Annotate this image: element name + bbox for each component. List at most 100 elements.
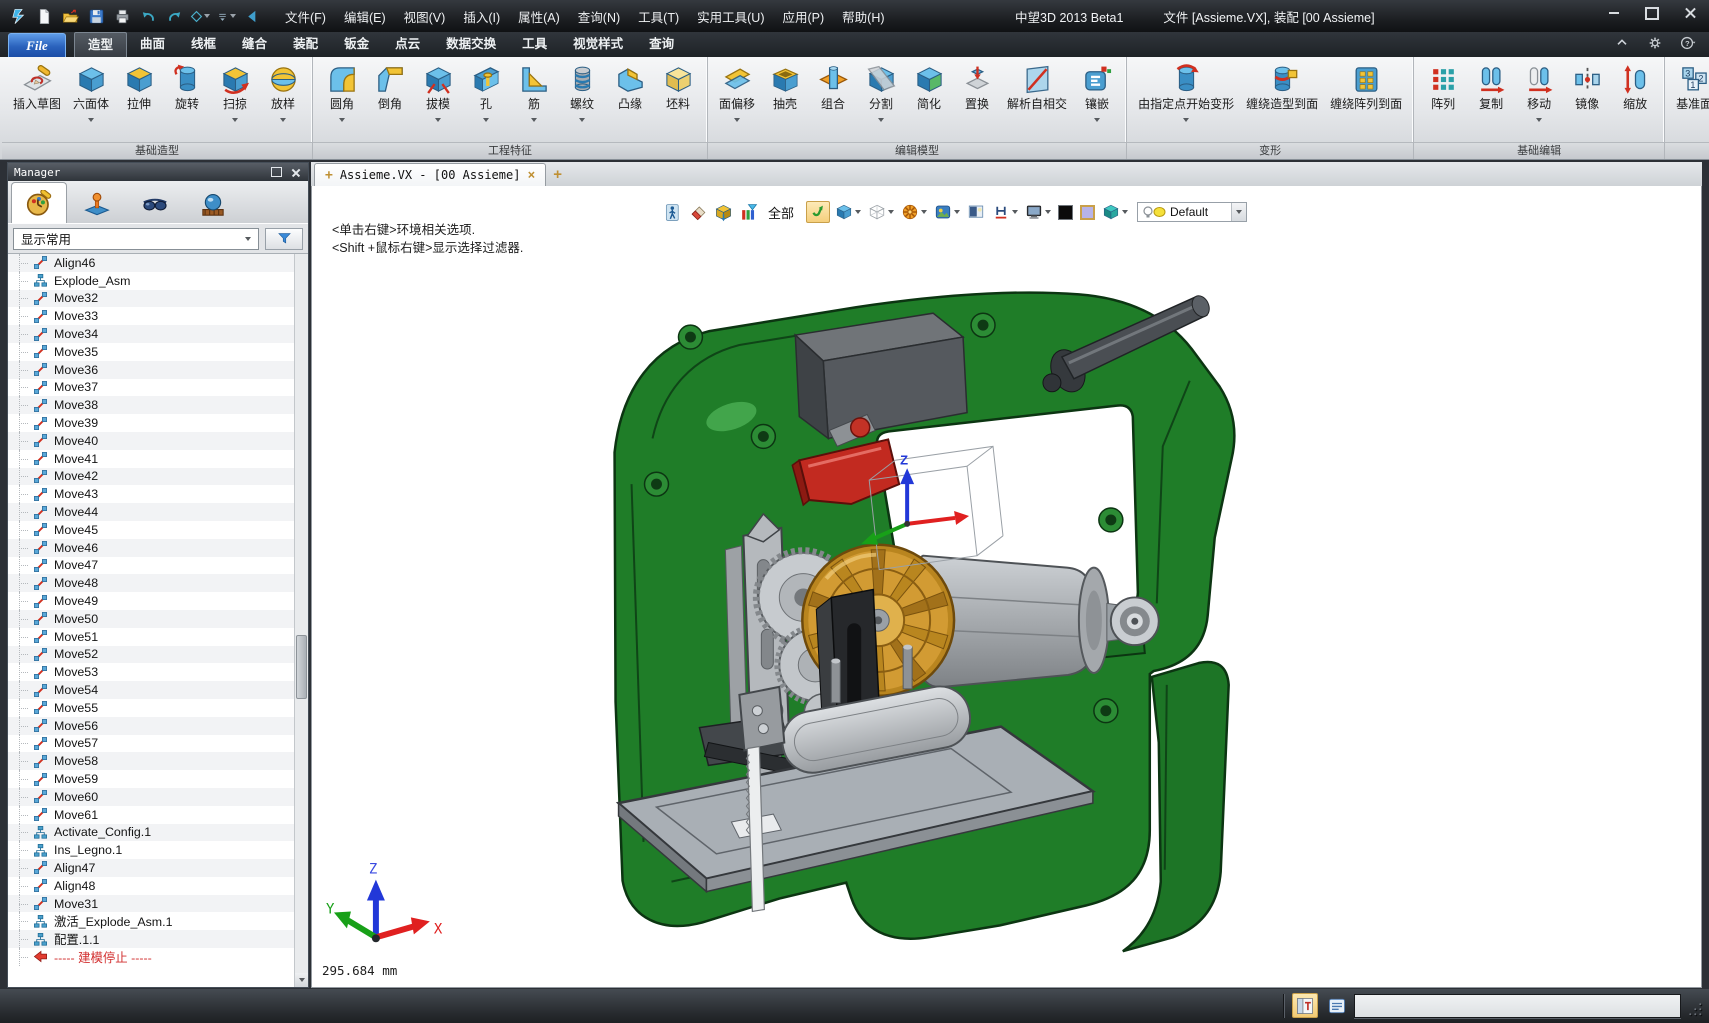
ribbon-button-fillet[interactable]: 圆角 bbox=[318, 62, 366, 126]
tree-item[interactable]: Move43 bbox=[8, 485, 294, 503]
background-lavender-swatch[interactable] bbox=[1080, 204, 1096, 220]
menu-item[interactable]: 文件(F) bbox=[276, 3, 335, 30]
tree-item[interactable]: Move46 bbox=[8, 538, 294, 557]
manager-restore-button[interactable] bbox=[270, 167, 282, 178]
tree-item[interactable]: Move59 bbox=[8, 770, 294, 788]
tree-item[interactable]: ----- 建模停止 ----- bbox=[8, 948, 294, 966]
auto-regen-button[interactable] bbox=[806, 201, 831, 223]
tree-item[interactable]: Move57 bbox=[8, 734, 294, 753]
close-button[interactable] bbox=[1677, 4, 1703, 22]
flyout-caret[interactable] bbox=[232, 114, 239, 126]
manager-close-button[interactable] bbox=[290, 167, 302, 178]
tree-item[interactable]: Ins_Legno.1 bbox=[8, 841, 294, 859]
wireframe-display-button[interactable] bbox=[866, 201, 896, 223]
tree-item[interactable]: Move52 bbox=[8, 645, 294, 664]
maximize-button[interactable] bbox=[1639, 4, 1665, 22]
ribbon-button-sweep[interactable]: 扫掠 bbox=[211, 62, 259, 126]
color-filter-icon[interactable] bbox=[737, 201, 759, 223]
tree-item[interactable]: Move47 bbox=[8, 556, 294, 575]
filter-funnel-button[interactable] bbox=[265, 227, 303, 250]
manager-tab-render-manager[interactable] bbox=[185, 185, 241, 223]
scrollbar-thumb[interactable] bbox=[296, 635, 307, 700]
tree-item[interactable]: Move53 bbox=[8, 663, 294, 681]
ribbon-button-box[interactable]: 六面体 bbox=[67, 62, 115, 126]
tree-item[interactable]: Move36 bbox=[8, 360, 294, 379]
manager-tab-history-manager[interactable] bbox=[11, 182, 67, 223]
ribbon-button-loft[interactable]: 放样 bbox=[259, 62, 307, 126]
tree-item[interactable]: Move44 bbox=[8, 503, 294, 521]
tree-item[interactable]: Move33 bbox=[8, 307, 294, 325]
ribbon-button-thread[interactable]: 螺纹 bbox=[558, 62, 606, 126]
collapse-ribbon-icon[interactable] bbox=[1613, 34, 1631, 52]
tree-item[interactable]: Move56 bbox=[8, 716, 294, 735]
switch-knob[interactable] bbox=[849, 417, 871, 438]
tree-item[interactable]: Move31 bbox=[8, 894, 294, 913]
ribbon-button-hole[interactable]: 孔 bbox=[462, 62, 510, 126]
tree-item[interactable]: Move45 bbox=[8, 520, 294, 539]
tree-item[interactable]: Move54 bbox=[8, 681, 294, 699]
shade-cube-button[interactable] bbox=[1100, 201, 1130, 223]
qat-redo[interactable] bbox=[164, 6, 184, 26]
tree-item[interactable]: Move55 bbox=[8, 698, 294, 717]
ribbon-tab-11[interactable]: 查询 bbox=[636, 32, 687, 57]
flyout-caret[interactable] bbox=[88, 114, 95, 126]
qat-new-file[interactable] bbox=[34, 6, 54, 26]
document-tab[interactable]: + Assieme.VX - [00 Assieme] × bbox=[314, 163, 547, 186]
quick-view-button[interactable] bbox=[899, 201, 929, 223]
tree-item[interactable]: Align48 bbox=[8, 876, 294, 895]
ribbon-tab-9[interactable]: 工具 bbox=[509, 32, 560, 57]
ribbon-button-untwist[interactable]: 解析自相交 bbox=[1001, 62, 1073, 126]
ribbon-button-combine[interactable]: 组合 bbox=[809, 62, 857, 126]
menu-item[interactable]: 实用工具(U) bbox=[688, 3, 773, 30]
ribbon-button-copy[interactable]: 复制 bbox=[1467, 62, 1515, 126]
tree-scrollbar[interactable] bbox=[294, 254, 308, 987]
eraser-icon[interactable] bbox=[687, 201, 709, 223]
ribbon-button-draft[interactable]: 拔模 bbox=[414, 62, 462, 126]
show-manager-panel-button[interactable] bbox=[1292, 993, 1318, 1018]
tree-item[interactable]: Align47 bbox=[8, 859, 294, 877]
tree-item[interactable]: 激活_Explode_Asm.1 bbox=[8, 912, 294, 931]
ribbon-button-datum-plane[interactable]: 3 1 2 基准面 bbox=[1670, 62, 1709, 126]
tree-item[interactable]: Move32 bbox=[8, 289, 294, 308]
walkthrough-icon[interactable] bbox=[662, 201, 684, 223]
tree-item[interactable]: Move42 bbox=[8, 467, 294, 486]
bearing[interactable] bbox=[1109, 596, 1160, 647]
ribbon-tab-7[interactable]: 点云 bbox=[382, 32, 433, 57]
tree-filter-dropdown[interactable]: 显示常用 bbox=[13, 227, 259, 250]
tree-item[interactable]: Move41 bbox=[8, 449, 294, 468]
file-menu-button[interactable]: File bbox=[8, 33, 66, 57]
ribbon-button-extrude[interactable]: 拉伸 bbox=[115, 62, 163, 126]
manager-tab-visibility-manager[interactable] bbox=[127, 185, 183, 223]
tree-item[interactable]: Move51 bbox=[8, 627, 294, 646]
viewport-layout-button[interactable] bbox=[965, 201, 987, 223]
qat-open-file[interactable] bbox=[60, 6, 80, 26]
ribbon-button-revolve[interactable]: 旋转 bbox=[163, 62, 211, 126]
flyout-caret[interactable] bbox=[1536, 114, 1543, 126]
manager-tab-assembly-manager[interactable] bbox=[69, 185, 125, 223]
qat-app-logo[interactable] bbox=[8, 6, 28, 26]
new-tab-button[interactable]: + bbox=[553, 166, 562, 186]
flyout-caret[interactable] bbox=[579, 114, 586, 126]
ribbon-button-wrap-array[interactable]: 缠绕阵列到面 bbox=[1324, 62, 1408, 126]
ribbon-tab-5[interactable]: 装配 bbox=[280, 32, 331, 57]
menu-item[interactable]: 视图(V) bbox=[395, 3, 455, 30]
ribbon-button-rib[interactable]: 筋 bbox=[510, 62, 558, 126]
combo-dropdown-button[interactable] bbox=[1231, 203, 1247, 221]
tree-item[interactable]: Move49 bbox=[8, 592, 294, 610]
qat-undo[interactable] bbox=[138, 6, 158, 26]
background-black-swatch[interactable] bbox=[1058, 204, 1074, 220]
ribbon-button-wrap-shape[interactable]: 缠绕造型到面 bbox=[1240, 62, 1324, 126]
ribbon-tab-3[interactable]: 线框 bbox=[178, 32, 229, 57]
ribbon-button-morph-point[interactable]: 由指定点开始变形 bbox=[1132, 62, 1240, 126]
resize-grip[interactable] bbox=[1688, 1002, 1704, 1018]
ribbon-button-mirror[interactable]: 镜像 bbox=[1563, 62, 1611, 126]
flyout-caret[interactable] bbox=[435, 114, 442, 126]
tree-item[interactable]: Activate_Config.1 bbox=[8, 823, 294, 842]
qat-print[interactable] bbox=[112, 6, 132, 26]
ribbon-button-simplify[interactable]: 简化 bbox=[905, 62, 953, 126]
minimize-button[interactable] bbox=[1601, 4, 1627, 22]
flyout-caret[interactable] bbox=[339, 114, 346, 126]
flyout-caret[interactable] bbox=[531, 114, 538, 126]
ribbon-button-inlay[interactable]: 镶嵌 bbox=[1073, 62, 1121, 126]
ribbon-tab-10[interactable]: 视觉样式 bbox=[560, 32, 636, 57]
